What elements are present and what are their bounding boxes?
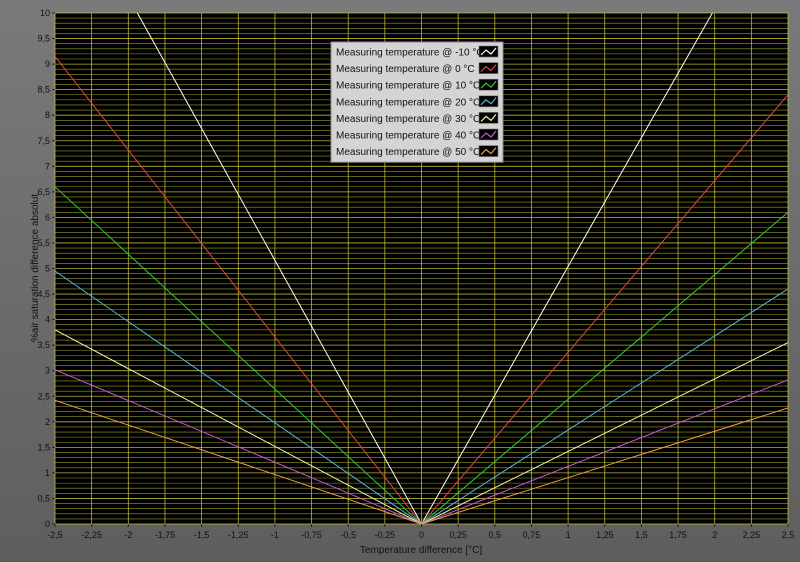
x-tick-label: -1,5	[194, 530, 210, 540]
legend-entry[interactable]: Measuring temperature @ 0 °C	[336, 62, 499, 76]
chart-frame: -2,5 -2,25 -2 -1,75 -1,5 -1,25 -1 -0,75 -0,5 -0,2…	[0, 0, 800, 562]
legend-entry[interactable]: Measuring temperature @ -10 °C	[336, 45, 499, 59]
x-tick-label: -1,75	[155, 530, 176, 540]
x-tick-label: 2,25	[743, 530, 761, 540]
legend-label: Measuring temperature @ 0 °C	[336, 64, 475, 75]
x-tick-label: 1,75	[669, 530, 687, 540]
legend-label: Measuring temperature @ 40 °C	[336, 131, 480, 142]
x-tick-label: 0	[419, 530, 424, 540]
y-tick-label: 0,5	[37, 493, 50, 503]
legend-label: Measuring temperature @ 50 °C	[336, 147, 480, 158]
x-tick-label: 1,5	[635, 530, 648, 540]
legend[interactable]: Measuring temperature @ -10 °C Measuring …	[330, 41, 504, 163]
legend-entry[interactable]: Measuring temperature @ 20 °C	[336, 95, 499, 109]
x-tick-label: 1	[566, 530, 571, 540]
y-tick-label: 1	[45, 468, 50, 478]
y-tick-label: 7	[45, 161, 50, 171]
y-tick-label: 0	[45, 519, 50, 529]
x-tick-label: 0,75	[523, 530, 541, 540]
x-tick-label: -1	[271, 530, 279, 540]
y-tick-label: 9,5	[37, 34, 50, 44]
y-axis-title: %air saturation difference absolut	[30, 194, 41, 342]
legend-label: Measuring temperature @ 30 °C	[336, 114, 480, 125]
y-tick-label: 6	[45, 212, 50, 222]
x-axis-title: Temperature difference [°C]	[360, 545, 482, 556]
y-tick-label: 7,5	[37, 136, 50, 146]
y-tick-label: 2,5	[37, 391, 50, 401]
x-tick-label: 2	[712, 530, 717, 540]
y-tick-label: 1,5	[37, 442, 50, 452]
x-tick-label: -2,5	[47, 530, 63, 540]
x-tick-label: -2	[124, 530, 132, 540]
y-tick-label: 8,5	[37, 85, 50, 95]
x-tick-label: -1,25	[228, 530, 249, 540]
y-tick-label: 9	[45, 59, 50, 69]
y-tick-label: 5	[45, 264, 50, 274]
y-tick-label: 2	[45, 417, 50, 427]
legend-label: Measuring temperature @ 10 °C	[336, 81, 480, 92]
legend-label: Measuring temperature @ 20 °C	[336, 97, 480, 108]
y-tick-label: 3	[45, 366, 50, 376]
y-tick-label: 4	[45, 315, 50, 325]
x-tick-label: -0,75	[301, 530, 322, 540]
legend-label: Measuring temperature @ -10 °C	[336, 48, 484, 59]
x-tick-label: 0,5	[489, 530, 502, 540]
x-tick-label: 0,25	[449, 530, 467, 540]
x-tick-label: 1,25	[596, 530, 614, 540]
x-tick-label: -2,25	[81, 530, 102, 540]
y-tick-label: 8	[45, 110, 50, 120]
y-tick-label: 10	[40, 8, 50, 18]
x-tick-label: -0,25	[375, 530, 396, 540]
legend-entry[interactable]: Measuring temperature @ 50 °C	[336, 145, 499, 159]
line-chart: -2,5 -2,25 -2 -1,75 -1,5 -1,25 -1 -0,75 -0,5 -0,2…	[30, 8, 794, 556]
x-tick-label: 2,5	[782, 530, 795, 540]
legend-entry[interactable]: Measuring temperature @ 10 °C	[336, 78, 499, 92]
x-axis: -2,5 -2,25 -2 -1,75 -1,5 -1,25 -1 -0,75 -0,5 -0,2…	[47, 524, 794, 540]
legend-entry[interactable]: Measuring temperature @ 30 °C	[336, 112, 499, 125]
legend-entry[interactable]: Measuring temperature @ 40 °C	[336, 128, 499, 142]
x-tick-label: -0,5	[340, 530, 356, 540]
